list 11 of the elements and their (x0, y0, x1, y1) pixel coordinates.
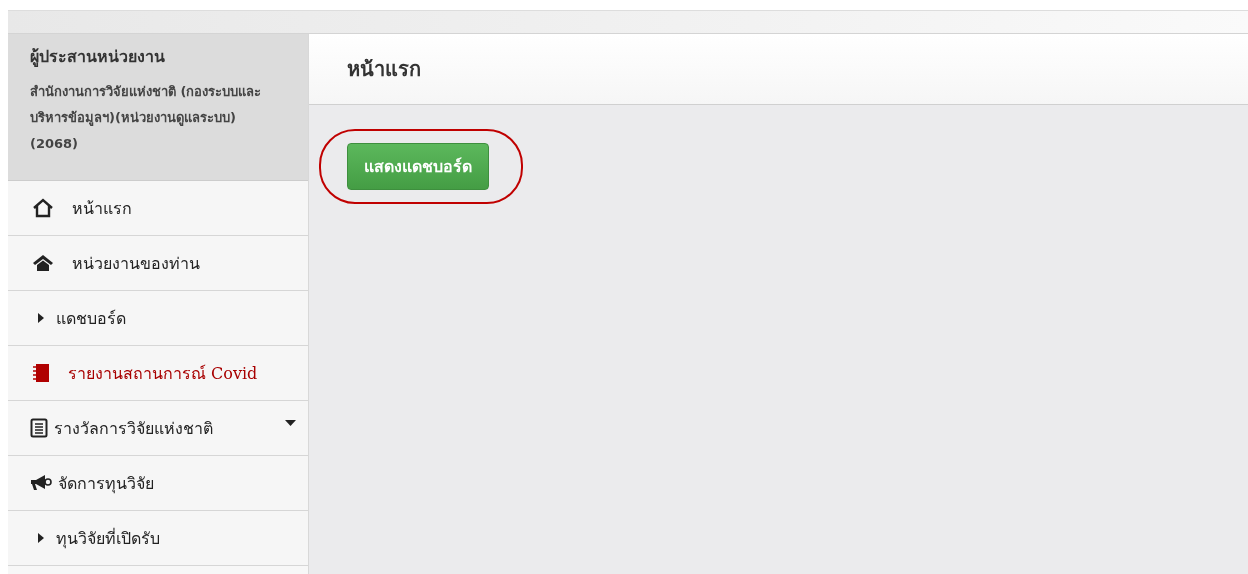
caret-icon (38, 313, 44, 323)
home-icon (32, 198, 54, 218)
dropdown-caret-icon (285, 420, 296, 426)
megaphone-icon (30, 474, 52, 492)
organization-name: สำนักงานการวิจัยแห่งชาติ (กองระบบและบริหารข้อมูลฯ)(หน่วยงานดูแลระบบ)(2068) (30, 83, 263, 153)
home-icon (32, 254, 54, 272)
notebook-icon (32, 363, 50, 383)
caret-icon (38, 533, 44, 543)
user-role: ผู้ประสานหน่วยงาน (30, 46, 166, 69)
document-icon (30, 418, 48, 438)
page-title: หน้าแรก (347, 56, 421, 83)
